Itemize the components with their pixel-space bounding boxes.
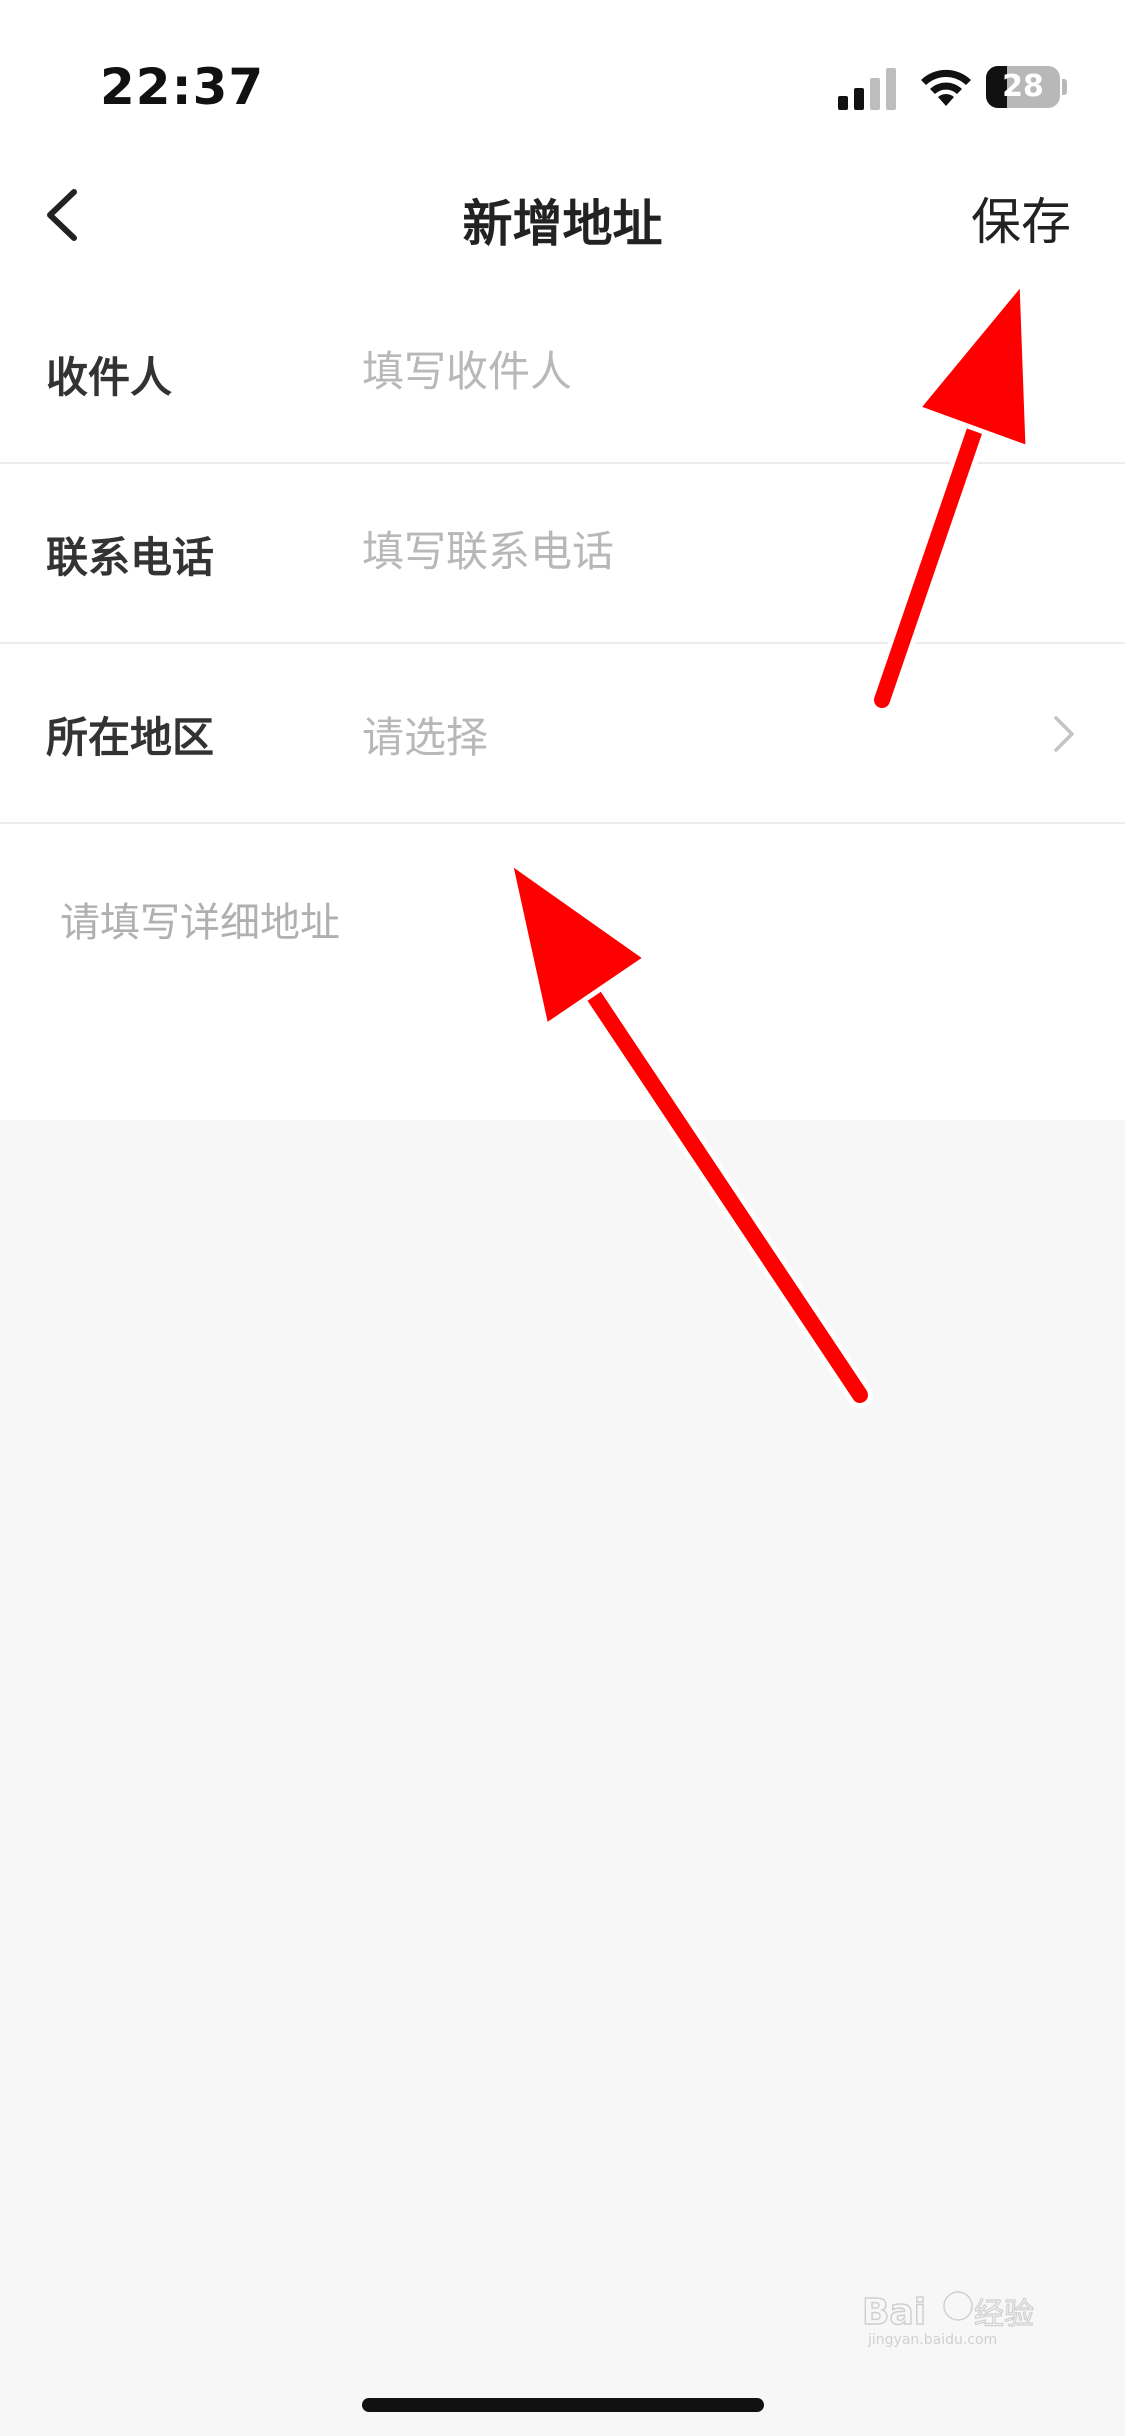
recipient-label: 收件人 bbox=[46, 353, 173, 402]
battery-icon: 28 bbox=[986, 66, 1067, 108]
navigation-bar: 新增地址 保存 bbox=[0, 160, 1125, 270]
recipient-row: 收件人 bbox=[0, 282, 1125, 464]
recipient-input[interactable] bbox=[362, 338, 1042, 404]
page-title: 新增地址 bbox=[462, 195, 663, 253]
phone-label: 联系电话 bbox=[46, 533, 215, 582]
save-button[interactable]: 保存 bbox=[971, 182, 1071, 254]
battery-level: 28 bbox=[1002, 69, 1044, 104]
region-row[interactable]: 所在地区 请选择 bbox=[0, 642, 1125, 824]
cellular-signal-icon bbox=[838, 68, 896, 110]
phone-input[interactable] bbox=[362, 518, 1042, 584]
region-select[interactable]: 请选择 bbox=[362, 704, 488, 765]
svg-text:经验: 经验 bbox=[974, 2297, 1034, 2332]
wifi-icon bbox=[921, 69, 971, 106]
svg-text:Bai: Bai bbox=[862, 2292, 926, 2333]
svg-text:jingyan.baidu.com: jingyan.baidu.com bbox=[867, 2332, 997, 2348]
phone-row: 联系电话 bbox=[0, 462, 1125, 644]
status-time: 22:37 bbox=[100, 58, 265, 116]
chevron-right-icon bbox=[1054, 716, 1074, 752]
region-label: 所在地区 bbox=[46, 713, 215, 762]
baidu-jingyan-watermark: Bai 经验 jingyan.baidu.com bbox=[862, 2291, 1035, 2348]
home-indicator[interactable] bbox=[362, 2398, 764, 2412]
detail-address-input[interactable] bbox=[40, 880, 1120, 1100]
status-bar: 22:37 28 bbox=[0, 0, 1125, 150]
